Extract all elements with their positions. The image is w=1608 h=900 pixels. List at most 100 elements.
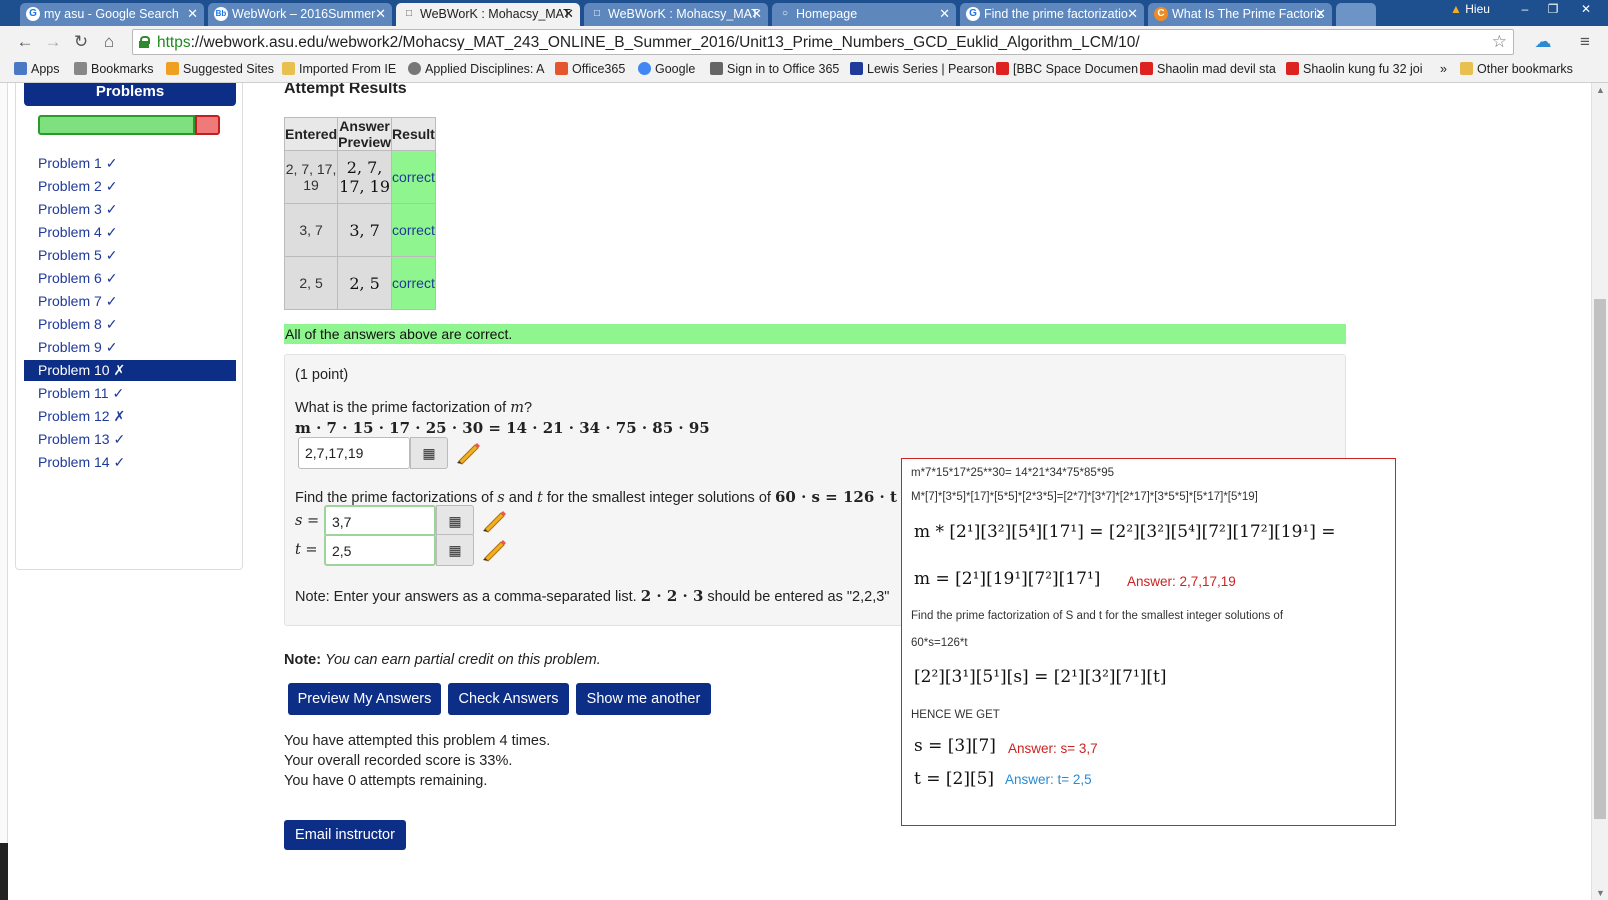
overlay-equation-3: [2²][3¹][5¹][s] = [2¹][3²][7¹][t] — [914, 667, 1167, 687]
sidebar-item-problem-3[interactable]: Problem 3 ✓ — [24, 199, 236, 220]
bookmark-star-icon[interactable]: ☆ — [1492, 32, 1507, 52]
tab-title: WebWork – 2016Summer — [232, 7, 376, 21]
bookmark-lewis-series[interactable]: Lewis Series | Pearson — [850, 62, 995, 76]
bookmark-imported[interactable]: Imported From IE — [282, 62, 396, 76]
browser-tab[interactable]: G Find the prime factorizatio ✕ — [960, 3, 1144, 26]
progress-bar — [38, 115, 220, 135]
pencil-icon[interactable] — [455, 441, 481, 465]
minimize-icon[interactable]: – — [1512, 0, 1538, 18]
sidebar-item-problem-13[interactable]: Problem 13 ✓ — [24, 429, 236, 450]
problems-sidebar: Problems Problem 1 ✓ Problem 2 ✓ Problem… — [15, 83, 243, 570]
progress-incorrect — [195, 115, 220, 135]
reload-icon[interactable]: ↻ — [70, 32, 92, 54]
result-cell: correct — [391, 256, 436, 310]
google-icon: G — [26, 7, 40, 21]
preview-cell: 2, 7, 17, 19 — [337, 150, 393, 204]
back-icon[interactable]: ← — [14, 32, 36, 54]
check-answers-button[interactable]: Check Answers — [448, 683, 569, 715]
overlay-equation-2: m = [2¹][19¹][7²][17¹] — [914, 569, 1101, 589]
apps-grid-icon — [14, 62, 27, 75]
browser-tab[interactable]: ○ Homepage ✕ — [772, 3, 956, 26]
overlay-line-4: 60*s=126*t — [911, 637, 968, 649]
label-s: s = — [295, 513, 320, 529]
bookmark-sign-in-office[interactable]: Sign in to Office 365 — [710, 62, 839, 76]
sidebar-item-problem-2[interactable]: Problem 2 ✓ — [24, 176, 236, 197]
sidebar-item-problem-5[interactable]: Problem 5 ✓ — [24, 245, 236, 266]
preview-answers-button[interactable]: Preview My Answers — [288, 683, 441, 715]
bookmark-office365[interactable]: Office365 — [555, 62, 625, 76]
preview-cell: 2, 5 — [337, 256, 393, 310]
google-icon: G — [966, 7, 980, 21]
email-instructor-button[interactable]: Email instructor — [284, 820, 406, 850]
scroll-up-icon[interactable]: ▲ — [1596, 85, 1605, 95]
label-t: t = — [295, 542, 318, 558]
lock-icon — [139, 36, 150, 48]
answer-s-input[interactable]: 3,7 — [324, 505, 436, 537]
keypad-grid-icon[interactable]: ▦ — [436, 505, 474, 537]
bookmark-applied[interactable]: Applied Disciplines: A — [408, 62, 545, 76]
browser-tab[interactable]: Bb WebWork – 2016Summer ✕ — [208, 3, 392, 26]
close-icon[interactable]: ✕ — [187, 3, 198, 25]
sidebar-item-problem-4[interactable]: Problem 4 ✓ — [24, 222, 236, 243]
browser-tab[interactable]: G my asu - Google Search ✕ — [20, 3, 204, 26]
sidebar-item-problem-14[interactable]: Problem 14 ✓ — [24, 452, 236, 473]
progress-correct — [38, 115, 195, 135]
left-scrollbar-thumb[interactable] — [0, 843, 8, 900]
close-icon[interactable]: ✕ — [563, 3, 574, 25]
close-window-icon[interactable]: ✕ — [1568, 0, 1604, 18]
close-icon[interactable]: ✕ — [751, 3, 762, 25]
pencil-icon[interactable] — [481, 538, 507, 562]
new-tab-button[interactable] — [1336, 3, 1376, 26]
tab-title: Find the prime factorizatio — [984, 7, 1128, 21]
restore-icon[interactable]: ❐ — [1540, 0, 1566, 18]
close-icon[interactable]: ✕ — [1127, 3, 1138, 25]
column-header: Entered — [283, 117, 339, 151]
sidebar-item-problem-12[interactable]: Problem 12 ✗ — [24, 406, 236, 427]
bookmark-apps[interactable]: Apps — [14, 62, 60, 76]
close-icon[interactable]: ✕ — [1315, 3, 1326, 25]
bookmark-google[interactable]: Google — [638, 62, 695, 76]
answer-m-input[interactable]: 2,7,17,19 — [298, 437, 410, 469]
sidebar-item-problem-9[interactable]: Problem 9 ✓ — [24, 337, 236, 358]
home-icon[interactable]: ⌂ — [98, 32, 120, 54]
bookmark-bookmarks[interactable]: Bookmarks — [74, 62, 154, 76]
close-icon[interactable]: ✕ — [375, 3, 386, 25]
browser-toolbar: ← → ↻ ⌂ https://webwork.asu.edu/webwork2… — [0, 26, 1608, 58]
user-profile[interactable]: ▲ Hieu — [1450, 0, 1490, 18]
sidebar-item-problem-8[interactable]: Problem 8 ✓ — [24, 314, 236, 335]
bookmarks-overflow-chevron[interactable]: » — [1440, 62, 1447, 76]
answer-t-input[interactable]: 2,5 — [324, 534, 436, 566]
left-scrollbar[interactable] — [0, 83, 8, 900]
address-bar[interactable]: https://webwork.asu.edu/webwork2/Mohacsy… — [132, 29, 1514, 55]
menu-icon[interactable]: ≡ — [1574, 32, 1596, 54]
bookmark-suggested-sites[interactable]: Suggested Sites — [166, 62, 274, 76]
doc-icon — [710, 62, 723, 75]
bookmark-bbc-space[interactable]: [BBC Space Documen — [996, 62, 1138, 76]
scrollbar-thumb[interactable] — [1594, 299, 1606, 819]
solution-overlay-image: m*7*15*17*25**30= 14*21*34*75*85*95 M*[7… — [901, 458, 1396, 826]
forward-icon[interactable]: → — [42, 32, 64, 54]
sidebar-item-problem-10[interactable]: Problem 10 ✗ — [24, 360, 236, 381]
sidebar-item-problem-11[interactable]: Problem 11 ✓ — [24, 383, 236, 404]
sidebar-item-problem-1[interactable]: Problem 1 ✓ — [24, 153, 236, 174]
sidebar-item-problem-6[interactable]: Problem 6 ✓ — [24, 268, 236, 289]
bookmark-shaolin-kung-fu[interactable]: Shaolin kung fu 32 joi — [1286, 62, 1423, 76]
show-another-button[interactable]: Show me another — [576, 683, 711, 715]
scroll-down-icon[interactable]: ▼ — [1596, 888, 1605, 898]
sidebar-item-problem-7[interactable]: Problem 7 ✓ — [24, 291, 236, 312]
attempts-count: You have attempted this problem 4 times. — [284, 733, 551, 749]
keypad-grid-icon[interactable]: ▦ — [410, 437, 448, 469]
problem-points: (1 point) — [295, 367, 349, 383]
table-row: 3, 7 3, 7 correct — [283, 203, 436, 257]
cloud-extension-icon[interactable]: ☁ — [1530, 32, 1556, 54]
browser-tab-active[interactable]: □ WeBWorK : Mohacsy_MAT ✕ — [396, 3, 580, 26]
bookmark-shaolin-devil[interactable]: Shaolin mad devil sta — [1140, 62, 1276, 76]
table-row: 2, 5 2, 5 correct — [283, 256, 436, 310]
keypad-grid-icon[interactable]: ▦ — [436, 534, 474, 566]
browser-tab[interactable]: C What Is The Prime Factoriz ✕ — [1148, 3, 1332, 26]
close-icon[interactable]: ✕ — [939, 3, 950, 25]
browser-tab[interactable]: □ WeBWorK : Mohacsy_MAT ✕ — [584, 3, 768, 26]
vertical-scrollbar[interactable]: ▲ ▼ — [1591, 83, 1608, 900]
pencil-icon[interactable] — [481, 509, 507, 533]
bookmark-other[interactable]: Other bookmarks — [1460, 62, 1573, 76]
